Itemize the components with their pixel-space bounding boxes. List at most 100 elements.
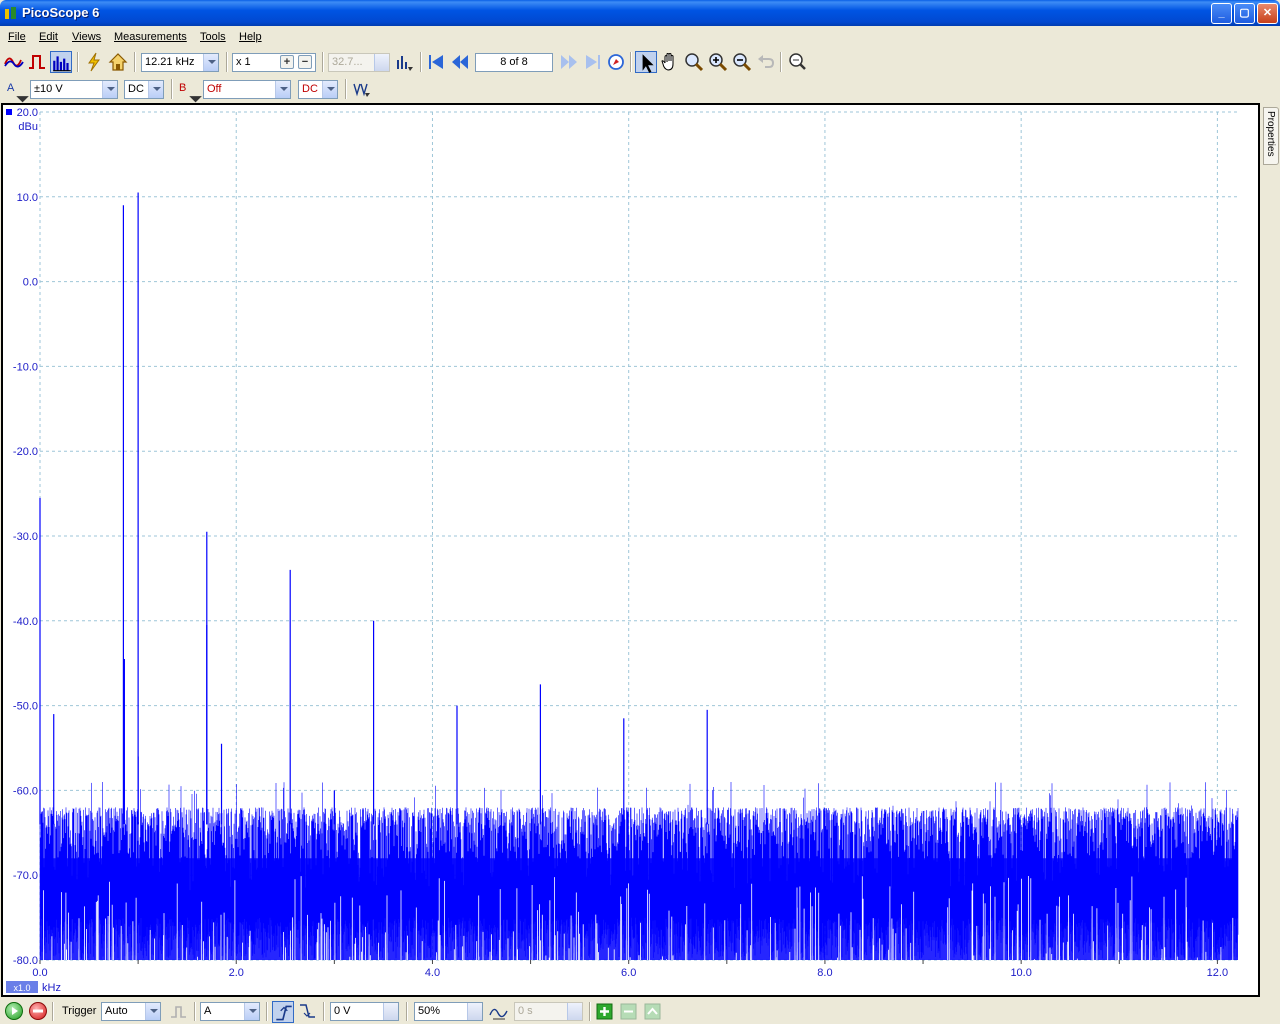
toolbar-separator bbox=[77, 52, 79, 72]
channel-a-options-icon[interactable] bbox=[10, 82, 29, 103]
chevron-down-icon[interactable] bbox=[244, 1003, 259, 1020]
y-tick-label: 20.0 bbox=[17, 107, 38, 119]
menu-edit[interactable]: Edit bbox=[39, 31, 58, 43]
channel-a-range-select[interactable]: ±10 V bbox=[30, 80, 118, 99]
last-buffer-icon[interactable] bbox=[582, 51, 604, 73]
maximize-button[interactable]: ▢ bbox=[1234, 3, 1255, 24]
trigger-source-value: A bbox=[204, 1005, 212, 1017]
trigger-toolbar: Trigger Auto A 0 V 50% 0 s bbox=[0, 999, 1280, 1024]
trigger-source-select[interactable]: A bbox=[200, 1002, 260, 1021]
y-tick-label: -20.0 bbox=[13, 446, 38, 458]
first-buffer-icon[interactable] bbox=[425, 51, 447, 73]
y-tick-label: -60.0 bbox=[13, 785, 38, 797]
x-tick-label: 4.0 bbox=[425, 967, 440, 979]
spectrum-chart[interactable]: 20.0 10.0 0.0 -10.0 -20.0 -30.0 -40.0 -50.0 -60.… bbox=[3, 105, 1258, 995]
zoom-overview-icon[interactable] bbox=[786, 51, 808, 73]
pre-trigger-spinner[interactable] bbox=[467, 1003, 482, 1020]
zoom-factor-value: x 1 bbox=[236, 56, 251, 68]
math-channels-icon[interactable] bbox=[351, 78, 373, 100]
properties-tab-label: Properties bbox=[1265, 111, 1276, 157]
samples-value: 32.7... bbox=[332, 56, 363, 68]
add-measurement-icon[interactable] bbox=[594, 1001, 616, 1023]
frequency-range-value: 12.21 kHz bbox=[145, 56, 195, 68]
channel-b-coupling-select[interactable]: DC bbox=[298, 80, 338, 99]
menu-measurements[interactable]: Measurements bbox=[114, 31, 187, 43]
next-buffer-icon[interactable] bbox=[558, 51, 580, 73]
frequency-range-select[interactable]: 12.21 kHz bbox=[141, 53, 219, 72]
samples-spinner[interactable] bbox=[374, 54, 389, 71]
y-tick-label: -80.0 bbox=[13, 955, 38, 967]
spectrum-noise-fill bbox=[40, 858, 1238, 960]
persistence-mode-icon[interactable] bbox=[26, 51, 48, 73]
trigger-threshold-field[interactable]: 0 V bbox=[330, 1002, 399, 1021]
spectrum-mode-icon[interactable] bbox=[50, 51, 72, 73]
menu-views[interactable]: Views bbox=[72, 31, 101, 43]
x-scale-badge-label: x1.0 bbox=[13, 983, 30, 993]
scope-mode-icon[interactable] bbox=[3, 51, 25, 73]
minimize-button[interactable]: _ bbox=[1211, 3, 1232, 24]
chevron-down-icon[interactable] bbox=[145, 1003, 160, 1020]
samples-field[interactable]: 32.7... bbox=[328, 53, 390, 72]
chevron-down-icon[interactable] bbox=[275, 81, 290, 98]
zoom-out-icon[interactable] bbox=[731, 51, 753, 73]
main-toolbar: 12.21 kHz x 1 + − 32.7... 8 of 8 bbox=[0, 48, 1280, 76]
picoscope-app-icon bbox=[4, 5, 18, 21]
resolution-enhancement-icon[interactable] bbox=[394, 51, 416, 73]
chevron-down-icon[interactable] bbox=[102, 81, 117, 98]
y-tick-label: 0.0 bbox=[23, 277, 38, 289]
select-pointer-icon[interactable] bbox=[635, 51, 657, 73]
trigger-mode-select[interactable]: Auto bbox=[101, 1002, 161, 1021]
falling-edge-icon[interactable] bbox=[297, 1001, 319, 1023]
pre-trigger-field[interactable]: 50% bbox=[414, 1002, 483, 1021]
auto-setup-icon[interactable] bbox=[83, 51, 105, 73]
buffer-position-field[interactable]: 8 of 8 bbox=[475, 53, 553, 72]
chevron-down-icon[interactable] bbox=[148, 81, 163, 98]
zoom-decrease-button[interactable]: − bbox=[298, 55, 312, 69]
trigger-mode-value: Auto bbox=[105, 1005, 128, 1017]
undo-zoom-icon[interactable] bbox=[755, 51, 777, 73]
threshold-spinner[interactable] bbox=[383, 1003, 398, 1020]
spectrum-view[interactable]: 20.0 10.0 0.0 -10.0 -20.0 -30.0 -40.0 -50.0 -60.… bbox=[1, 103, 1260, 997]
toolbar-separator bbox=[323, 1002, 325, 1021]
trigger-label: Trigger bbox=[62, 1005, 97, 1017]
close-button[interactable]: ✕ bbox=[1257, 3, 1278, 24]
y-tick-label: -30.0 bbox=[13, 531, 38, 543]
zoom-area-icon[interactable] bbox=[683, 51, 705, 73]
chevron-down-icon[interactable] bbox=[322, 81, 337, 98]
menu-tools[interactable]: Tools bbox=[200, 31, 226, 43]
menu-file[interactable]: File bbox=[8, 31, 26, 43]
toolbar-separator bbox=[194, 1002, 196, 1021]
trigger-delay-value: 0 s bbox=[518, 1005, 533, 1017]
default-setup-icon[interactable] bbox=[107, 51, 129, 73]
advanced-trigger-icon[interactable] bbox=[168, 1001, 190, 1023]
hand-pan-icon[interactable] bbox=[659, 51, 681, 73]
delay-spinner[interactable] bbox=[567, 1003, 582, 1020]
buffer-position-value: 8 of 8 bbox=[500, 56, 528, 68]
channel-a-legend-marker bbox=[6, 109, 12, 115]
toolbar-separator bbox=[780, 52, 782, 72]
y-axis-unit-label: dBu bbox=[18, 121, 38, 133]
x-tick-label: 6.0 bbox=[621, 967, 636, 979]
start-button[interactable] bbox=[5, 1002, 23, 1020]
channel-b-range-select[interactable]: Off bbox=[203, 80, 291, 99]
channel-b-options-icon[interactable] bbox=[183, 82, 202, 103]
edit-measurement-icon[interactable] bbox=[618, 1001, 640, 1023]
stop-button[interactable] bbox=[29, 1002, 47, 1020]
post-trigger-delay-icon[interactable] bbox=[488, 1001, 510, 1023]
y-tick-label: -70.0 bbox=[13, 870, 38, 882]
chevron-down-icon[interactable] bbox=[203, 54, 218, 71]
buffer-navigator-icon[interactable] bbox=[605, 51, 627, 73]
properties-tab[interactable]: Properties bbox=[1263, 107, 1279, 165]
toolbar-separator bbox=[630, 52, 632, 72]
y-tick-label: -50.0 bbox=[13, 701, 38, 713]
menu-help[interactable]: Help bbox=[239, 31, 262, 43]
title-bar: PicoScope 6 _ ▢ ✕ bbox=[0, 0, 1280, 26]
trigger-delay-field[interactable]: 0 s bbox=[514, 1002, 583, 1021]
channel-a-coupling-select[interactable]: DC bbox=[124, 80, 164, 99]
delete-measurement-icon[interactable] bbox=[642, 1001, 664, 1023]
previous-buffer-icon[interactable] bbox=[449, 51, 471, 73]
rising-edge-icon[interactable] bbox=[272, 1001, 294, 1023]
zoom-increase-button[interactable]: + bbox=[280, 55, 294, 69]
zoom-in-icon[interactable] bbox=[707, 51, 729, 73]
toolbar-separator bbox=[406, 1002, 408, 1021]
